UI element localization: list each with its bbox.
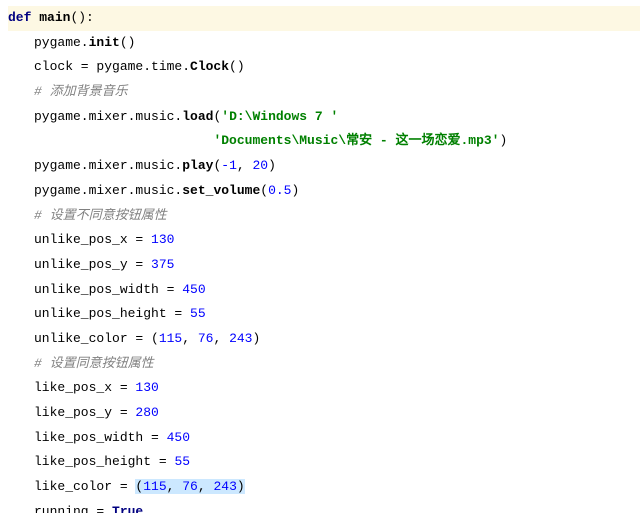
string-literal: .mp3'	[460, 133, 499, 148]
code-line: pygame.init()	[8, 31, 640, 56]
code-line: # 设置不同意按钮属性	[8, 204, 640, 229]
comment: # 设置不同意按钮属性	[34, 208, 167, 223]
code-line: def main():	[8, 6, 640, 31]
code-line: like_pos_width = 450	[8, 426, 640, 451]
number-literal: 115	[143, 479, 166, 494]
code-line: unlike_pos_x = 130	[8, 228, 640, 253]
code-text: clock = pygame.time.	[34, 59, 190, 74]
method-call: init	[89, 35, 120, 50]
code-line: 'Documents\Music\常安 - 这一场恋爱.mp3')	[8, 129, 640, 154]
code-line: unlike_pos_y = 375	[8, 253, 640, 278]
function-name: main	[39, 10, 70, 25]
code-line: pygame.mixer.music.play(-1, 20)	[8, 154, 640, 179]
code-line: unlike_pos_width = 450	[8, 278, 640, 303]
string-literal: 'D:\Windows 7 '	[221, 109, 338, 124]
code-line: like_pos_height = 55	[8, 450, 640, 475]
number-literal: -1	[221, 158, 237, 173]
code-text: )	[268, 158, 276, 173]
code-line: like_pos_y = 280	[8, 401, 640, 426]
code-text: unlike_pos_width =	[34, 282, 182, 297]
selection-highlight: (115, 76, 243)	[135, 479, 244, 494]
method-call: play	[182, 158, 213, 173]
number-literal: 115	[159, 331, 182, 346]
code-line: clock = pygame.time.Clock()	[8, 55, 640, 80]
pad	[34, 133, 213, 148]
number-literal: 130	[151, 232, 174, 247]
code-text: )	[237, 479, 245, 494]
code-text: (	[260, 183, 268, 198]
method-call: load	[182, 109, 213, 124]
code-line: like_pos_x = 130	[8, 376, 640, 401]
code-line: unlike_color = (115, 76, 243)	[8, 327, 640, 352]
number-literal: 76	[182, 479, 198, 494]
paren: ():	[70, 10, 93, 25]
code-text: like_color =	[34, 479, 135, 494]
code-text: pygame.mixer.music.	[34, 158, 182, 173]
code-line: unlike_pos_height = 55	[8, 302, 640, 327]
number-literal: 375	[151, 257, 174, 272]
code-line: pygame.mixer.music.set_volume(0.5)	[8, 179, 640, 204]
number-literal: 76	[198, 331, 214, 346]
comment: # 添加背景音乐	[34, 84, 128, 99]
code-text: )	[499, 133, 507, 148]
code-text: ,	[167, 479, 183, 494]
code-text: like_pos_height =	[34, 454, 174, 469]
comment: # 设置同意按钮属性	[34, 356, 154, 371]
code-line: running = True	[8, 500, 640, 513]
keyword-def: def	[8, 10, 39, 25]
code-text: like_pos_y =	[34, 405, 135, 420]
code-line: # 添加背景音乐	[8, 80, 640, 105]
method-call: Clock	[190, 59, 229, 74]
code-text: unlike_pos_height =	[34, 306, 190, 321]
number-literal: 20	[252, 158, 268, 173]
code-text: )	[252, 331, 260, 346]
code-text: pygame.mixer.music.	[34, 109, 182, 124]
code-text: unlike_color = (	[34, 331, 159, 346]
code-text: unlike_pos_y =	[34, 257, 151, 272]
method-call: set_volume	[182, 183, 260, 198]
code-text: running =	[34, 504, 112, 513]
number-literal: 130	[135, 380, 158, 395]
number-literal: 450	[182, 282, 205, 297]
number-literal: 55	[190, 306, 206, 321]
code-text: ()	[120, 35, 136, 50]
code-line: # 设置同意按钮属性	[8, 352, 640, 377]
code-text: pygame.	[34, 35, 89, 50]
code-text: like_pos_width =	[34, 430, 167, 445]
number-literal: 243	[229, 331, 252, 346]
number-literal: 55	[174, 454, 190, 469]
number-literal: 0.5	[268, 183, 291, 198]
code-text: ()	[229, 59, 245, 74]
code-editor: def main(): pygame.init() clock = pygame…	[0, 0, 640, 513]
code-line: like_color = (115, 76, 243)	[8, 475, 640, 500]
code-text: ,	[213, 331, 229, 346]
code-text: )	[291, 183, 299, 198]
code-text: ,	[182, 331, 198, 346]
code-text: unlike_pos_x =	[34, 232, 151, 247]
code-text: pygame.mixer.music.	[34, 183, 182, 198]
code-line: pygame.mixer.music.load('D:\Windows 7 '	[8, 105, 640, 130]
string-literal: 常安 - 这一场恋爱	[346, 133, 460, 148]
number-literal: 450	[167, 430, 190, 445]
code-text: like_pos_x =	[34, 380, 135, 395]
code-text: ,	[237, 158, 253, 173]
string-literal: 'Documents\Music\	[213, 133, 346, 148]
number-literal: 280	[135, 405, 158, 420]
number-literal: 243	[213, 479, 236, 494]
code-text: ,	[198, 479, 214, 494]
keyword-true: True	[112, 504, 143, 513]
